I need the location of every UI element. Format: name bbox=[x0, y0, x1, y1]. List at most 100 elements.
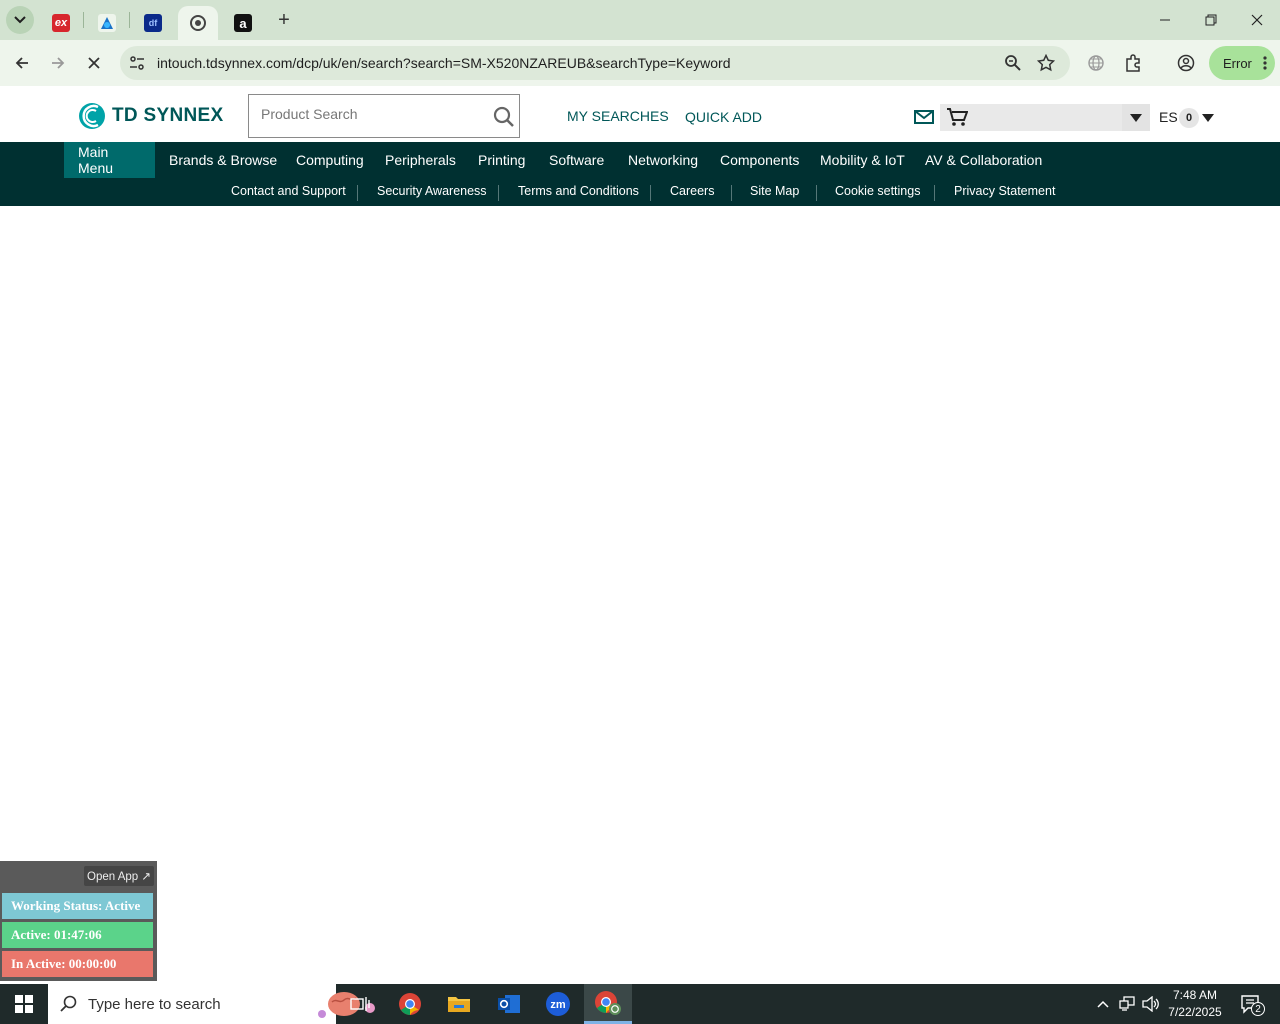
show-hidden-icons-chevron-icon[interactable] bbox=[1093, 994, 1113, 1014]
taskbar-chrome[interactable] bbox=[386, 984, 434, 1024]
profile-avatar-icon[interactable] bbox=[1175, 52, 1197, 74]
subnav-careers[interactable]: Careers bbox=[670, 184, 714, 198]
taskbar-chrome-profile[interactable] bbox=[584, 984, 632, 1024]
system-clock[interactable]: 7:48 AM 7/22/2025 bbox=[1162, 987, 1228, 1021]
taskbar-zoom[interactable]: zm bbox=[534, 984, 582, 1024]
search-icon bbox=[60, 995, 77, 1012]
close-icon bbox=[1251, 14, 1263, 26]
start-button[interactable] bbox=[0, 984, 48, 1024]
subnav-separator bbox=[650, 185, 651, 201]
chrome-profile-icon bbox=[595, 990, 621, 1015]
tab-amazon[interactable]: a bbox=[226, 6, 260, 40]
clock-time: 7:48 AM bbox=[1172, 988, 1218, 1002]
minimize-icon bbox=[1160, 19, 1170, 21]
tab-separator bbox=[129, 12, 130, 28]
close-icon bbox=[88, 57, 100, 69]
page-content-area bbox=[0, 206, 1280, 984]
nav-printing[interactable]: Printing bbox=[464, 142, 539, 178]
taskbar-outlook[interactable] bbox=[485, 984, 533, 1024]
df-favicon-icon: df bbox=[144, 14, 162, 32]
cart-dropdown-button[interactable] bbox=[1122, 104, 1150, 131]
nav-brands-browse[interactable]: Brands & Browse bbox=[155, 142, 291, 178]
active-time-row: Active: 01:47:06 bbox=[2, 922, 153, 948]
nav-components[interactable]: Components bbox=[706, 142, 813, 178]
language-selector[interactable]: ES bbox=[1159, 109, 1178, 125]
chevron-down-icon bbox=[14, 16, 26, 24]
nav-av-collaboration[interactable]: AV & Collaboration bbox=[911, 142, 1056, 178]
mail-icon[interactable] bbox=[913, 106, 935, 128]
clock-date: 7/22/2025 bbox=[1168, 1005, 1222, 1019]
subnav-terms-conditions[interactable]: Terms and Conditions bbox=[518, 184, 639, 198]
back-button[interactable] bbox=[10, 51, 34, 75]
zoom-app-icon: zm bbox=[546, 992, 570, 1016]
nav-mobility-iot[interactable]: Mobility & IoT bbox=[806, 142, 919, 178]
working-status-row: Working Status: Active bbox=[2, 893, 153, 919]
task-view-button[interactable] bbox=[336, 984, 384, 1024]
subnav-separator bbox=[731, 185, 732, 201]
subnav-contact-support[interactable]: Contact and Support bbox=[231, 184, 346, 198]
tab-search-dropdown[interactable] bbox=[6, 6, 34, 34]
subnav-separator bbox=[357, 185, 358, 201]
bookmark-star-icon[interactable] bbox=[1035, 52, 1057, 74]
product-search-input[interactable] bbox=[261, 106, 481, 122]
windows-logo-icon bbox=[15, 995, 33, 1013]
nav-networking[interactable]: Networking bbox=[614, 142, 712, 178]
minimize-button[interactable] bbox=[1142, 0, 1188, 40]
tab-ex[interactable]: ex bbox=[44, 6, 78, 40]
inactive-time-row: In Active: 00:00:00 bbox=[2, 951, 153, 977]
search-icon[interactable] bbox=[493, 106, 515, 128]
extensions-puzzle-icon[interactable] bbox=[1122, 52, 1144, 74]
nav-main-menu[interactable]: Main Menu bbox=[64, 142, 155, 178]
site-info-icon[interactable] bbox=[126, 52, 148, 74]
tab-td-synnex[interactable] bbox=[178, 6, 218, 40]
subnav-separator bbox=[816, 185, 817, 201]
subnav-privacy-statement[interactable]: Privacy Statement bbox=[954, 184, 1055, 198]
my-searches-link[interactable]: MY SEARCHES bbox=[567, 108, 669, 124]
volume-icon[interactable] bbox=[1141, 994, 1161, 1014]
subnav-cookie-settings[interactable]: Cookie settings bbox=[835, 184, 920, 198]
shopping-cart-icon[interactable] bbox=[946, 106, 968, 128]
taskbar-file-explorer[interactable] bbox=[435, 984, 483, 1024]
arrow-right-icon bbox=[52, 57, 65, 69]
restore-icon bbox=[1205, 14, 1217, 26]
task-view-icon bbox=[350, 997, 370, 1011]
tab-separator bbox=[83, 12, 84, 28]
nav-software[interactable]: Software bbox=[535, 142, 618, 178]
account-dropdown-caret-icon[interactable] bbox=[1197, 107, 1219, 129]
nav-peripherals[interactable]: Peripherals bbox=[371, 142, 470, 178]
caret-down-icon bbox=[1130, 113, 1142, 122]
outlook-icon bbox=[498, 995, 520, 1013]
svg-text:zm: zm bbox=[550, 999, 566, 1011]
subnav-separator bbox=[498, 185, 499, 201]
subnav-security-awareness[interactable]: Security Awareness bbox=[377, 184, 487, 198]
subnav-separator bbox=[934, 185, 935, 201]
folder-icon bbox=[448, 997, 470, 1012]
open-app-button[interactable]: Open App ↗ bbox=[84, 866, 154, 886]
new-tab-button[interactable]: + bbox=[272, 8, 296, 32]
app-favicon-icon bbox=[98, 14, 116, 32]
taskbar-search-placeholder: Type here to search bbox=[88, 995, 221, 1013]
restore-button[interactable] bbox=[1188, 0, 1234, 40]
td-synnex-logo-icon bbox=[79, 103, 105, 129]
network-icon[interactable] bbox=[1117, 994, 1137, 1014]
stop-loading-button[interactable] bbox=[82, 51, 106, 75]
chrome-icon bbox=[399, 993, 421, 1015]
tab-blue-app[interactable] bbox=[90, 6, 124, 40]
close-window-button[interactable] bbox=[1234, 0, 1280, 40]
product-search-box[interactable] bbox=[248, 94, 520, 138]
zoom-icon[interactable] bbox=[1002, 52, 1024, 74]
notification-count: 2 bbox=[1251, 1002, 1265, 1016]
url-text[interactable]: intouch.tdsynnex.com/dcp/uk/en/search?se… bbox=[157, 55, 731, 71]
td-synnex-logo[interactable]: TD SYNNEX bbox=[78, 102, 223, 130]
quick-add-link[interactable]: QUICK ADD bbox=[685, 109, 762, 125]
subnav-site-map[interactable]: Site Map bbox=[750, 184, 799, 198]
forward-button[interactable] bbox=[46, 51, 70, 75]
taskbar-search-box[interactable]: Type here to search bbox=[48, 984, 375, 1024]
tab-df[interactable]: df bbox=[136, 6, 170, 40]
notification-center-button[interactable]: 2 bbox=[1237, 994, 1265, 1016]
cart-selector[interactable] bbox=[940, 104, 1150, 131]
logo-text: TD SYNNEX bbox=[112, 105, 224, 126]
nav-computing[interactable]: Computing bbox=[282, 142, 378, 178]
profile-error-button[interactable]: Error bbox=[1209, 46, 1275, 80]
translate-globe-icon[interactable] bbox=[1085, 52, 1107, 74]
